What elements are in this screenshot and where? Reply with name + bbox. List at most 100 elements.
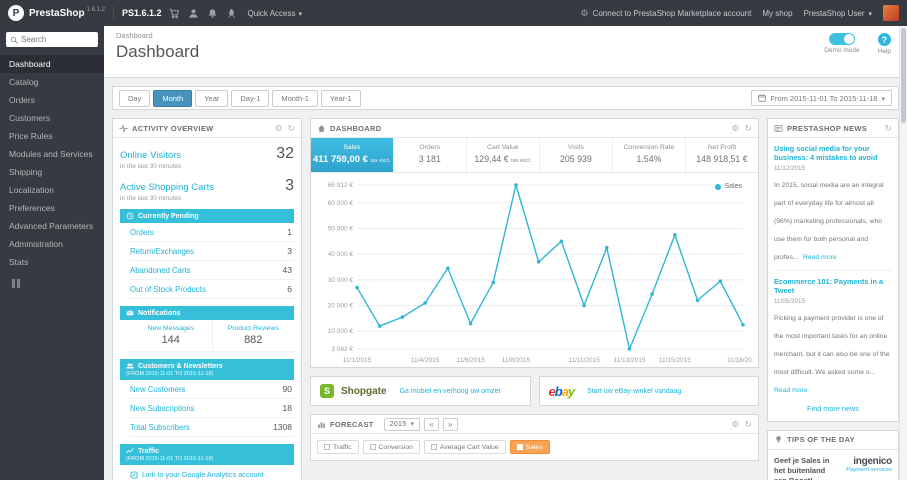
ebay-promo[interactable]: ebay Start uw eBay-winkel vandaag bbox=[538, 376, 759, 406]
sidebar-item-dashboard[interactable]: Dashboard bbox=[0, 55, 104, 73]
forecast-legend: Traffic Conversion Average Cart Value Sa… bbox=[311, 434, 758, 460]
range-month-button[interactable]: Month bbox=[153, 89, 193, 107]
tips-panel-header: TIPS OF THE DAY bbox=[768, 431, 898, 450]
refresh-icon[interactable] bbox=[745, 420, 752, 429]
news-article-excerpt: Picking a payment provider is one of the… bbox=[774, 314, 890, 376]
svg-text:11/6/2015: 11/6/2015 bbox=[456, 357, 485, 364]
divider bbox=[774, 269, 892, 271]
forecast-prev-button[interactable] bbox=[424, 417, 440, 431]
ebay-link[interactable]: Start uw eBay-winkel vandaag bbox=[587, 388, 681, 395]
chart-legend-sales[interactable]: Sales bbox=[715, 183, 742, 190]
sidebar-item-preferences[interactable]: Preferences bbox=[0, 199, 104, 217]
quick-access-menu[interactable]: Quick Access bbox=[247, 9, 302, 18]
demo-mode-toggle[interactable] bbox=[828, 33, 855, 45]
my-shop-link[interactable]: My shop bbox=[762, 9, 792, 18]
customers-row-new-customers[interactable]: New Customers 90 bbox=[130, 380, 294, 399]
user-avatar[interactable] bbox=[883, 5, 899, 21]
date-range-picker[interactable]: From 2015-11-01 To 2015-11-18 bbox=[751, 90, 892, 106]
customers-row-total-subscribers[interactable]: Total Subscribers 1308 bbox=[130, 418, 294, 437]
news-article-title[interactable]: Ecommerce 101: Payments in a Tweet bbox=[774, 277, 892, 296]
home-icon bbox=[318, 124, 325, 132]
customers-subtitle: (FROM 2015-11-01 TO 2015-11-18) bbox=[126, 371, 214, 377]
gear-icon bbox=[580, 8, 588, 19]
read-more-link[interactable]: Read more bbox=[803, 254, 837, 261]
google-analytics-link[interactable]: Link to your Google Analytics account bbox=[130, 465, 294, 480]
pending-row-out-of-stock[interactable]: Out of Stock Products 6 bbox=[130, 280, 294, 299]
forecast-legend-traffic[interactable]: Traffic bbox=[317, 440, 359, 454]
breadcrumb[interactable]: Dashboard bbox=[116, 31, 895, 40]
scrollbar[interactable] bbox=[899, 26, 907, 480]
read-more-link[interactable]: Read more bbox=[774, 387, 808, 394]
forecast-year-select[interactable]: 2015 bbox=[383, 417, 421, 431]
sidebar-item-localization[interactable]: Localization bbox=[0, 181, 104, 199]
kpi-visits[interactable]: Visits 205 939 bbox=[540, 138, 613, 172]
settings-gear-icon[interactable] bbox=[732, 124, 740, 133]
currently-pending-title: Currently Pending bbox=[138, 212, 199, 220]
customers-newsletters-header: Customers & Newsletters (FROM 2015-11-01… bbox=[120, 359, 294, 380]
forecast-legend-average-cart-value[interactable]: Average Cart Value bbox=[423, 440, 506, 454]
sidebar-item-catalog[interactable]: Catalog bbox=[0, 73, 104, 91]
sidebar-item-shipping[interactable]: Shipping bbox=[0, 163, 104, 181]
range-year-button[interactable]: Year bbox=[195, 89, 229, 107]
range-day-1-button[interactable]: Day-1 bbox=[231, 89, 270, 107]
forecast-legend-conversion[interactable]: Conversion bbox=[362, 440, 420, 454]
scrollbar-thumb[interactable] bbox=[901, 28, 906, 123]
prestashop-logo-icon[interactable] bbox=[8, 5, 24, 21]
pending-row-abandoned-carts[interactable]: Abandoned Carts 43 bbox=[130, 261, 294, 280]
chevron-down-icon bbox=[868, 9, 872, 18]
help-button[interactable] bbox=[877, 33, 891, 46]
forecast-legend-sales[interactable]: Sales bbox=[509, 440, 550, 454]
user-menu[interactable]: PrestaShop User bbox=[804, 9, 872, 18]
pending-row-returns[interactable]: Return/Exchanges 3 bbox=[130, 242, 294, 261]
forecast-panel: FORECAST 2015 Traffic Conversion Average… bbox=[310, 414, 759, 461]
traffic-title: Traffic bbox=[138, 447, 160, 455]
news-article-date: 11/05/2015 bbox=[774, 297, 806, 305]
settings-gear-icon[interactable] bbox=[275, 124, 283, 133]
svg-text:11/11/2015: 11/11/2015 bbox=[568, 357, 600, 364]
sidebar-item-price-rules[interactable]: Price Rules bbox=[0, 127, 104, 145]
kpi-conversion-rate[interactable]: Conversion Rate 1.54% bbox=[613, 138, 686, 172]
product-reviews-cell[interactable]: Product Reviews 882 bbox=[211, 320, 295, 351]
forecast-next-button[interactable] bbox=[443, 417, 458, 431]
kpi-sales[interactable]: Sales 411 759,00 € tax excl. bbox=[311, 138, 394, 172]
sidebar-item-customers[interactable]: Customers bbox=[0, 109, 104, 127]
profile-icon[interactable] bbox=[188, 8, 199, 19]
shopgate-promo[interactable]: S Shopgate Ga mobiel en verhoog uw omzet bbox=[310, 376, 531, 406]
sidebar-item-modules[interactable]: Modules and Services bbox=[0, 145, 104, 163]
refresh-icon[interactable] bbox=[885, 124, 892, 133]
brand-name: PrestaShop bbox=[29, 7, 85, 19]
news-article-excerpt: In 2015, social media are an integral pa… bbox=[774, 181, 884, 261]
launch-rocket-icon[interactable] bbox=[226, 8, 237, 19]
kpi-orders[interactable]: Orders 3 181 bbox=[394, 138, 467, 172]
dashboard-panel-header: DASHBOARD bbox=[311, 119, 758, 138]
date-range-label: From 2015-11-01 To 2015-11-18 bbox=[770, 93, 878, 103]
shopgate-link[interactable]: Ga mobiel en verhoog uw omzet bbox=[400, 388, 501, 395]
sidebar-collapse-button[interactable] bbox=[12, 279, 104, 288]
new-messages-cell[interactable]: New Messages 144 bbox=[130, 320, 212, 351]
find-more-news-link[interactable]: Find more news bbox=[774, 404, 892, 413]
sidebar-item-administration[interactable]: Administration bbox=[0, 235, 104, 253]
refresh-icon[interactable] bbox=[745, 124, 752, 133]
pending-row-orders[interactable]: Orders 1 bbox=[130, 223, 294, 242]
refresh-icon[interactable] bbox=[288, 124, 295, 133]
cart-icon[interactable] bbox=[169, 8, 180, 19]
range-day-button[interactable]: Day bbox=[119, 89, 151, 107]
news-article-title[interactable]: Using social media for your business: 4 … bbox=[774, 144, 892, 163]
active-carts-row[interactable]: Active Shopping Carts 3 bbox=[120, 177, 294, 195]
settings-gear-icon[interactable] bbox=[732, 420, 740, 429]
online-visitors-row[interactable]: Online Visitors 32 bbox=[120, 145, 294, 163]
marketplace-link[interactable]: Connect to PrestaShop Marketplace accoun… bbox=[580, 8, 752, 19]
sidebar-item-orders[interactable]: Orders bbox=[0, 91, 104, 109]
search-input[interactable] bbox=[21, 35, 94, 44]
range-month-1-button[interactable]: Month-1 bbox=[272, 89, 318, 107]
sidebar-item-stats[interactable]: Stats bbox=[0, 253, 104, 271]
kpi-net-profit[interactable]: Net Profit 148 918,51 € bbox=[686, 138, 758, 172]
customers-row-new-subscriptions[interactable]: New Subscriptions 18 bbox=[130, 399, 294, 418]
svg-text:11/4/2015: 11/4/2015 bbox=[411, 357, 440, 364]
svg-text:11/13/2015: 11/13/2015 bbox=[613, 357, 645, 364]
activity-overview-panel: ACTIVITY OVERVIEW Online Visitors 32 in … bbox=[112, 118, 302, 480]
range-year-1-button[interactable]: Year-1 bbox=[320, 89, 361, 107]
kpi-cart-value[interactable]: Cart Value 129,44 € tax excl. bbox=[467, 138, 540, 172]
sidebar-item-advanced-parameters[interactable]: Advanced Parameters bbox=[0, 217, 104, 235]
notifications-bell-icon[interactable] bbox=[207, 8, 218, 19]
